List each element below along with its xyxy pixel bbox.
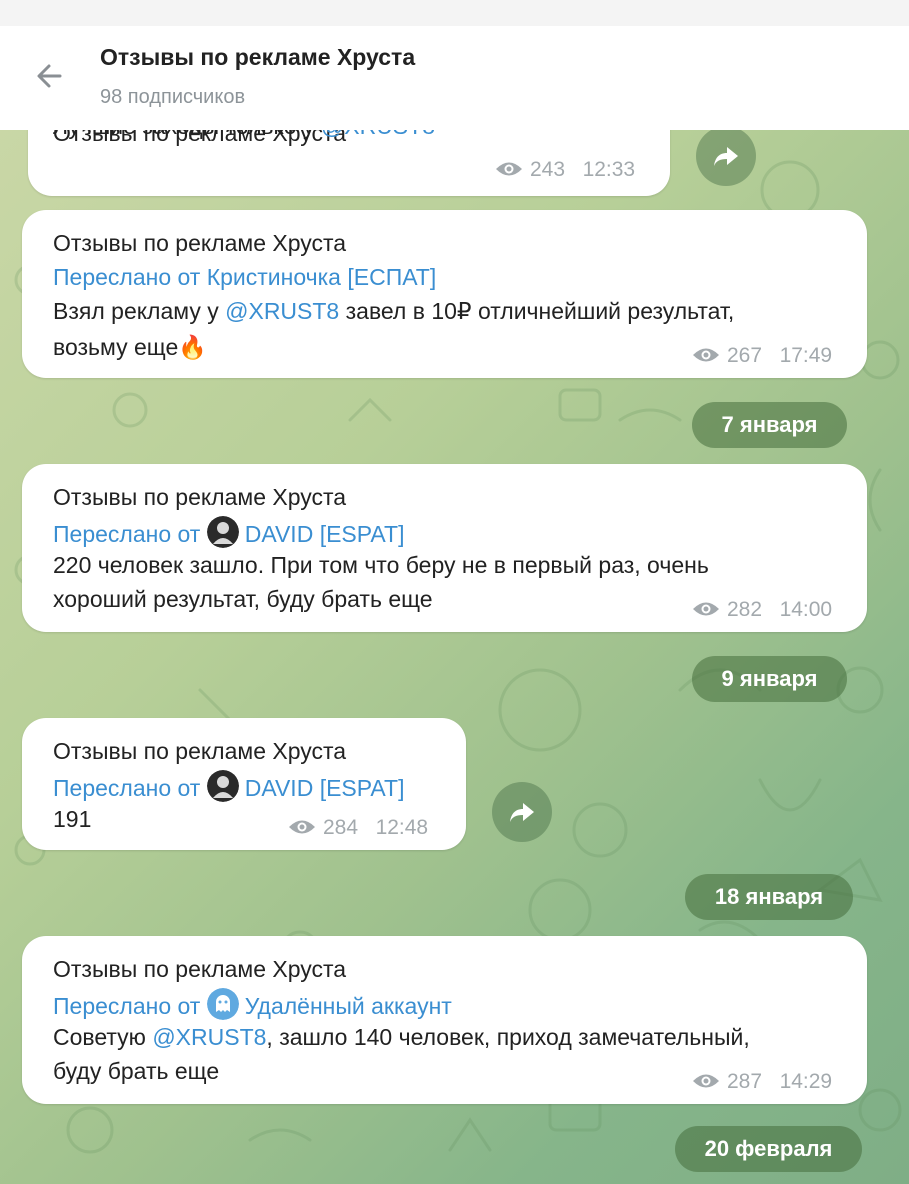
message-text-line2: возьму еще🔥 [53,334,207,361]
window-top-strip [0,0,909,26]
message-bubble[interactable]: Отзывы по рекламе Хруста Лучшие заходы т… [28,130,670,196]
channel-name: Отзывы по рекламе Хруста [53,738,347,764]
forwarded-author[interactable]: DAVID [ESPAT] [245,775,405,801]
message-text-part: завел в 10₽ отличнейший результат, [339,298,735,324]
forwarded-prefix: Переслано от [53,775,207,801]
message-time: 17:49 [779,344,833,367]
forwarded-author[interactable]: DAVID [ESPAT] [245,521,405,547]
date-separator: 20 февраля [675,1126,862,1172]
forwarded-author[interactable]: Удалённый аккаунт [245,993,452,1019]
forwarded-from: Переслано от Удалённый аккаунт [53,988,452,1020]
back-arrow-icon[interactable] [30,56,70,96]
date-separator: 18 января [685,874,853,920]
message-meta: 282 14:00 [691,598,832,622]
forwarded-prefix: Переслано от [53,264,207,290]
message-text: Взял рекламу у @XRUST8 завел в 10₽ отлич… [53,298,734,325]
message-meta: 284 12:48 [287,816,428,840]
view-count: 287 [727,1070,763,1093]
author-avatar [206,770,239,802]
eye-icon [693,602,719,616]
message-text: 220 человек зашло. При том что беру не в… [53,552,709,578]
channel-name: Отзывы по рекламе Хруста [53,230,347,256]
forwarded-prefix: Переслано от [53,521,207,547]
date-separator: 9 января [692,656,847,702]
channel-header: Отзывы по рекламе Хруста 98 подписчиков [0,26,909,130]
forwarded-from: Переслано от Кристиночка [ЕСПАТ] [53,264,436,291]
message-bubble[interactable]: Отзывы по рекламе Хруста Переслано от DA… [22,718,466,850]
message-text-line2: хороший результат, буду брать еще [53,586,433,612]
mention-link[interactable]: @XRUST8 [152,1024,266,1050]
share-arrow-icon [714,147,738,166]
message-meta: 287 14:29 [691,1070,832,1094]
message-text-part: Лучшие заходы только у [53,130,321,139]
view-count: 267 [727,344,763,367]
message-bubble[interactable]: Отзывы по рекламе Хруста Переслано от Кр… [22,210,867,378]
eye-icon [289,820,315,834]
message-bubble[interactable]: Отзывы по рекламе Хруста Переслано от Уд… [22,936,867,1104]
message-bubble[interactable]: Отзывы по рекламе Хруста Переслано от DA… [22,464,867,632]
eye-icon [693,1074,719,1088]
eye-icon [496,162,522,176]
forwarded-prefix: Переслано от [53,993,207,1019]
message-text: 191 [53,806,92,832]
message-meta: 243 12:33 [494,158,635,182]
share-arrow-icon [510,803,534,822]
message-text: Советую @XRUST8, зашло 140 человек, прих… [53,1024,750,1051]
chat-area[interactable]: Отзывы по рекламе Хруста Лучшие заходы т… [0,130,909,1184]
view-count: 284 [323,816,359,839]
message-time: 14:29 [779,1070,833,1093]
message-meta: 267 17:49 [691,344,832,368]
mention-link[interactable]: @XRUST8 [321,130,435,139]
forwarded-from: Переслано от DAVID [ESPAT] [53,516,404,548]
fire-emoji: 🔥 [178,334,207,360]
channel-name: Отзывы по рекламе Хруста [53,484,347,510]
message-time: 12:48 [375,816,429,839]
channel-name: Отзывы по рекламе Хруста [53,956,347,982]
view-count: 243 [530,158,566,181]
message-time: 14:00 [779,598,833,621]
forward-button[interactable] [492,782,552,842]
message-text-line2: буду брать еще [53,1058,220,1084]
message-text-part: возьму еще [53,334,179,360]
message-time: 12:33 [582,158,636,181]
ghost-icon [206,988,239,1020]
date-separator: 7 января [692,402,847,448]
message-text: Лучшие заходы только у @XRUST8 [53,130,435,140]
message-text-part: Взял рекламу у [53,298,226,324]
forwarded-from: Переслано от DAVID [ESPAT] [53,770,404,802]
message-text-part: Советую [53,1024,153,1050]
message-text-part: , зашло 140 человек, приход замечательны… [266,1024,750,1050]
subscriber-count: 98 подписчиков [100,86,246,108]
author-avatar [206,516,239,548]
mention-link[interactable]: @XRUST8 [225,298,339,324]
channel-title[interactable]: Отзывы по рекламе Хруста [100,44,415,71]
eye-icon [693,348,719,362]
view-count: 282 [727,598,763,621]
forwarded-author[interactable]: Кристиночка [ЕСПАТ] [207,264,437,290]
